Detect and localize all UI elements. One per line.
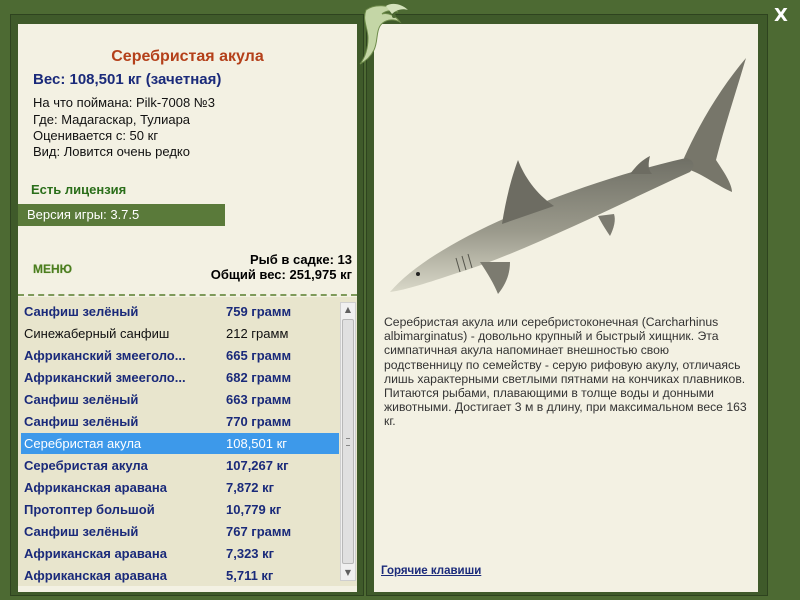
item-name: Африканская аравана: [24, 546, 167, 561]
list-item[interactable]: Санфиш зелёный 767 грамм: [21, 521, 339, 542]
silver-shark-image: [390, 58, 746, 294]
cage-total-weight: Общий вес: 251,975 кг: [210, 267, 352, 282]
cage-count: Рыб в садке: 13: [249, 252, 352, 267]
list-item[interactable]: Санфиш зелёный 759 грамм: [21, 301, 339, 322]
item-weight: 10,779 кг: [226, 502, 282, 517]
item-weight: 212 грамм: [226, 326, 289, 341]
item-weight: 107,267 кг: [226, 458, 289, 473]
item-name: Санфиш зелёный: [24, 392, 139, 407]
list-item[interactable]: Африканская аравана 7,872 кг: [21, 477, 339, 498]
close-button[interactable]: X: [770, 6, 792, 26]
rarity-text: Вид: Ловится очень редко: [33, 144, 190, 159]
item-name: Африканская аравана: [24, 568, 167, 583]
list-item[interactable]: Санфиш зелёный 770 грамм: [21, 411, 339, 432]
item-name: Африканская аравана: [24, 480, 167, 495]
catch-list: Санфиш зелёный 759 грамм Синежаберный сан…: [18, 297, 357, 586]
item-weight: 767 грамм: [226, 524, 292, 539]
list-item[interactable]: Африканский змееголо... 682 грамм: [21, 367, 339, 388]
item-name: Санфиш зелёный: [24, 304, 139, 319]
list-item[interactable]: Серебристая акула 108,501 кг: [21, 433, 339, 454]
item-name: Санфиш зелёный: [24, 524, 139, 539]
item-name: Серебристая акула: [24, 436, 142, 451]
list-item[interactable]: Африканская аравана 5,711 кг: [21, 565, 339, 586]
item-name: Серебристая акула: [24, 458, 148, 473]
license-status: Есть лицензия: [31, 182, 127, 197]
item-name: Африканский змееголо...: [24, 348, 186, 363]
location-text: Где: Мадагаскар, Тулиара: [33, 112, 191, 127]
list-item[interactable]: Серебристая акула 107,267 кг: [21, 455, 339, 476]
fish-title: Серебристая акула: [111, 48, 264, 65]
scroll-up-icon[interactable]: ▲: [341, 303, 355, 317]
list-item[interactable]: Санфиш зелёный 663 грамм: [21, 389, 339, 410]
item-weight: 682 грамм: [226, 370, 292, 385]
item-name: Синежаберный санфиш: [24, 326, 170, 341]
item-weight: 108,501 кг: [226, 436, 288, 451]
fish-description: Серебристая акула или серебристоконечная…: [384, 315, 747, 429]
item-name: Африканский змееголо...: [24, 370, 186, 385]
list-item[interactable]: Синежаберный санфиш 212 грамм: [21, 323, 339, 344]
valued-from-text: Оценивается с: 50 кг: [33, 128, 159, 143]
scroll-down-icon[interactable]: ▼: [341, 566, 355, 580]
list-item[interactable]: Протоптер большой 10,779 кг: [21, 499, 339, 520]
version-bar: Версия игры: 3.7.5: [18, 204, 225, 226]
item-weight: 5,711 кг: [226, 568, 274, 583]
scroll-thumb[interactable]: [342, 319, 354, 564]
item-name: Санфиш зелёный: [24, 414, 139, 429]
item-name: Протоптер большой: [24, 502, 155, 517]
item-weight: 665 грамм: [226, 348, 292, 363]
item-weight: 663 грамм: [226, 392, 292, 407]
divider: [18, 294, 357, 296]
item-weight: 759 грамм: [226, 304, 292, 319]
item-weight: 770 грамм: [226, 414, 292, 429]
item-weight: 7,323 кг: [226, 546, 275, 561]
list-item[interactable]: Африканский змееголо... 665 грамм: [21, 345, 339, 366]
list-scrollbar[interactable]: ▲ ▼: [340, 302, 356, 581]
cage-stats: Рыб в садке: 13 Общий вес: 251,975 кг: [211, 252, 352, 282]
caught-on-text: На что поймана: Pilk-7008 №3: [33, 95, 215, 110]
item-weight: 7,872 кг: [226, 480, 275, 495]
grip-icon: [346, 438, 350, 446]
menu-button[interactable]: МЕНЮ: [33, 262, 72, 276]
fish-weight: Вес: 108,501 кг (зачетная): [33, 71, 222, 88]
hotkeys-link[interactable]: Горячие клавиши: [381, 565, 481, 577]
list-item[interactable]: Африканская аравана 7,323 кг: [21, 543, 339, 564]
